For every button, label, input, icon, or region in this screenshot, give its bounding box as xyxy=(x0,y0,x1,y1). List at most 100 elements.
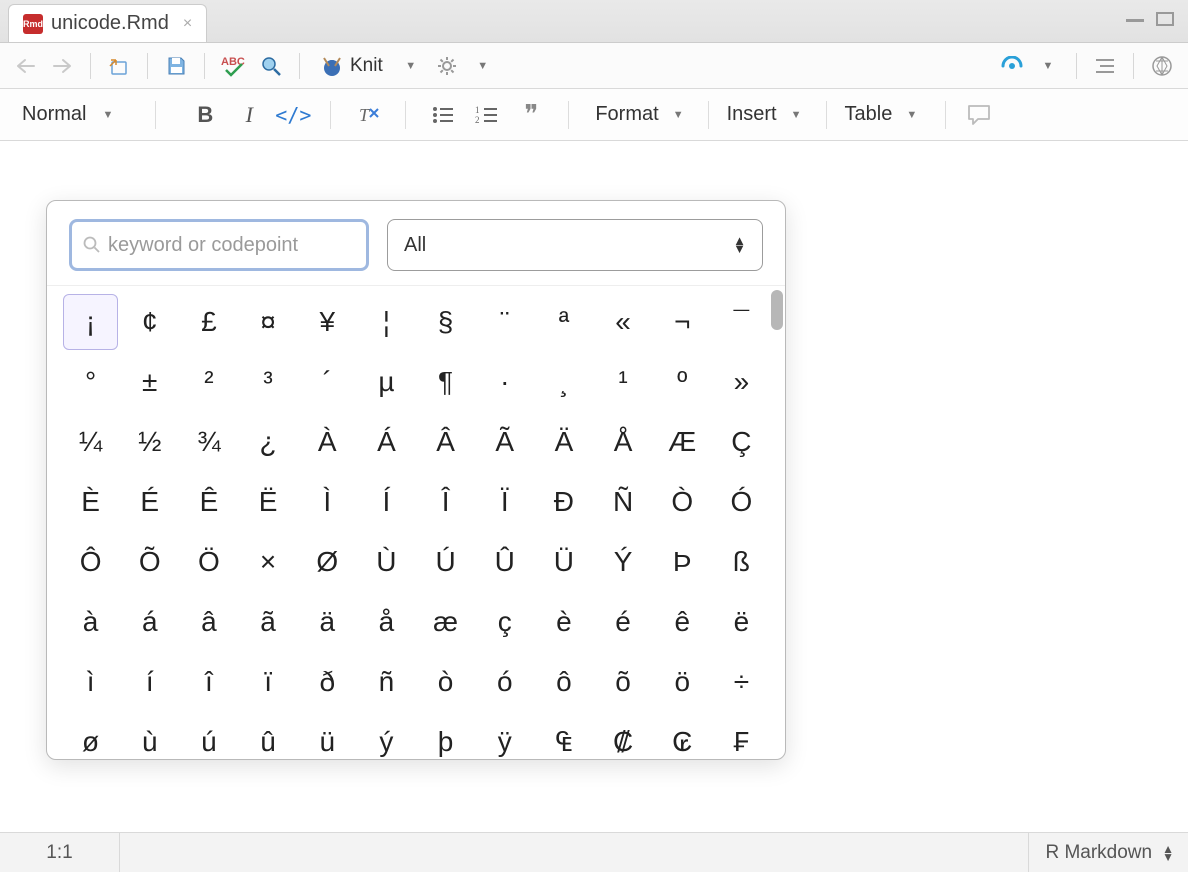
unicode-char[interactable]: ¨ xyxy=(477,294,532,350)
minimize-pane-icon[interactable] xyxy=(1126,12,1144,22)
spellcheck-button[interactable]: ABC xyxy=(217,50,251,82)
knit-dropdown[interactable]: ▼ xyxy=(395,50,427,82)
clear-formatting-button[interactable]: T xyxy=(349,97,387,133)
unicode-char[interactable]: â xyxy=(181,594,236,650)
unicode-char[interactable]: Õ xyxy=(122,534,177,590)
publish-dropdown[interactable]: ▼ xyxy=(1032,50,1064,82)
settings-dropdown[interactable]: ▼ xyxy=(467,50,499,82)
scrollbar-thumb[interactable] xyxy=(771,290,783,330)
unicode-char[interactable]: Ö xyxy=(181,534,236,590)
unicode-char[interactable]: ð xyxy=(300,654,355,710)
unicode-char[interactable]: Ë xyxy=(241,474,296,530)
unicode-char[interactable]: à xyxy=(63,594,118,650)
unicode-char[interactable]: µ xyxy=(359,354,414,410)
unicode-char[interactable]: ° xyxy=(63,354,118,410)
unicode-char[interactable]: ã xyxy=(241,594,296,650)
unicode-char[interactable]: ÷ xyxy=(714,654,769,710)
unicode-char[interactable]: £ xyxy=(181,294,236,350)
outline-button[interactable] xyxy=(1089,50,1121,82)
unicode-char[interactable]: õ xyxy=(596,654,651,710)
unicode-char[interactable]: Å xyxy=(596,414,651,470)
unicode-char[interactable]: ¿ xyxy=(241,414,296,470)
unicode-char[interactable]: § xyxy=(418,294,473,350)
unicode-char[interactable]: ó xyxy=(477,654,532,710)
unicode-search-field[interactable] xyxy=(69,219,369,271)
show-in-new-window-button[interactable] xyxy=(103,50,135,82)
document-mode-select[interactable]: R Markdown ▲▼ xyxy=(1028,833,1188,872)
unicode-char[interactable]: Ñ xyxy=(596,474,651,530)
unicode-char[interactable]: ¸ xyxy=(536,354,591,410)
unicode-char[interactable]: ₠ xyxy=(536,714,591,759)
unicode-char[interactable]: ² xyxy=(181,354,236,410)
unicode-char[interactable]: Ó xyxy=(714,474,769,530)
unicode-char[interactable]: ï xyxy=(241,654,296,710)
unicode-char[interactable]: Æ xyxy=(655,414,710,470)
unicode-char[interactable]: Í xyxy=(359,474,414,530)
unicode-char[interactable]: ¡ xyxy=(63,294,118,350)
unicode-char[interactable]: ₡ xyxy=(596,714,651,759)
unicode-char[interactable]: ¶ xyxy=(418,354,473,410)
unicode-char[interactable]: Ç xyxy=(714,414,769,470)
close-tab-icon[interactable]: × xyxy=(183,15,192,33)
unicode-char[interactable]: ë xyxy=(714,594,769,650)
blockquote-button[interactable]: ❞ xyxy=(512,97,550,133)
knit-button[interactable]: Knit xyxy=(312,50,391,82)
unicode-char[interactable]: Á xyxy=(359,414,414,470)
find-replace-button[interactable] xyxy=(255,50,287,82)
unicode-char[interactable]: · xyxy=(477,354,532,410)
unicode-char[interactable]: ò xyxy=(418,654,473,710)
unicode-char[interactable]: Ð xyxy=(536,474,591,530)
unicode-char[interactable]: Ã xyxy=(477,414,532,470)
insert-menu[interactable]: Insert▼ xyxy=(719,103,816,126)
unicode-char[interactable]: º xyxy=(655,354,710,410)
unicode-char[interactable]: Û xyxy=(477,534,532,590)
unicode-char[interactable]: Ø xyxy=(300,534,355,590)
save-button[interactable] xyxy=(160,50,192,82)
unicode-char[interactable]: ¹ xyxy=(596,354,651,410)
unicode-char[interactable]: ý xyxy=(359,714,414,759)
back-button[interactable] xyxy=(10,50,42,82)
unicode-char[interactable]: Ú xyxy=(418,534,473,590)
unicode-char[interactable]: ´ xyxy=(300,354,355,410)
bold-button[interactable]: B xyxy=(186,97,224,133)
unicode-char[interactable]: ¢ xyxy=(122,294,177,350)
unicode-char[interactable]: ± xyxy=(122,354,177,410)
cursor-position[interactable]: 1:1 xyxy=(0,833,120,872)
unicode-char[interactable]: Ê xyxy=(181,474,236,530)
unicode-char[interactable]: ñ xyxy=(359,654,414,710)
unicode-char[interactable]: ÿ xyxy=(477,714,532,759)
paragraph-style-select[interactable]: Normal ▼ xyxy=(16,103,125,126)
unicode-char[interactable]: Â xyxy=(418,414,473,470)
unicode-char[interactable]: ¦ xyxy=(359,294,414,350)
unicode-char[interactable]: Ô xyxy=(63,534,118,590)
unicode-char[interactable]: ³ xyxy=(241,354,296,410)
unicode-char[interactable]: ½ xyxy=(122,414,177,470)
unicode-char[interactable]: í xyxy=(122,654,177,710)
unicode-char[interactable]: ₢ xyxy=(655,714,710,759)
unicode-char[interactable]: è xyxy=(536,594,591,650)
publish-button[interactable] xyxy=(996,50,1028,82)
unicode-char[interactable]: û xyxy=(241,714,296,759)
unicode-char[interactable]: ù xyxy=(122,714,177,759)
code-button[interactable]: </> xyxy=(274,97,312,133)
format-menu[interactable]: Format▼ xyxy=(587,103,697,126)
table-menu[interactable]: Table▼ xyxy=(837,103,932,126)
unicode-char[interactable]: ú xyxy=(181,714,236,759)
unicode-char[interactable]: é xyxy=(596,594,651,650)
unicode-char[interactable]: æ xyxy=(418,594,473,650)
settings-button[interactable] xyxy=(431,50,463,82)
unicode-char[interactable]: ê xyxy=(655,594,710,650)
numbered-list-button[interactable]: 12 xyxy=(468,97,506,133)
unicode-char[interactable]: Ü xyxy=(536,534,591,590)
unicode-char[interactable]: ¥ xyxy=(300,294,355,350)
unicode-char[interactable]: ä xyxy=(300,594,355,650)
unicode-char[interactable]: Ù xyxy=(359,534,414,590)
unicode-char[interactable]: » xyxy=(714,354,769,410)
unicode-char[interactable]: ü xyxy=(300,714,355,759)
italic-button[interactable]: I xyxy=(230,97,268,133)
document-tab[interactable]: Rmd unicode.Rmd × xyxy=(8,4,207,42)
unicode-char[interactable]: Î xyxy=(418,474,473,530)
unicode-char[interactable]: á xyxy=(122,594,177,650)
unicode-char[interactable]: å xyxy=(359,594,414,650)
unicode-char[interactable]: Ý xyxy=(596,534,651,590)
